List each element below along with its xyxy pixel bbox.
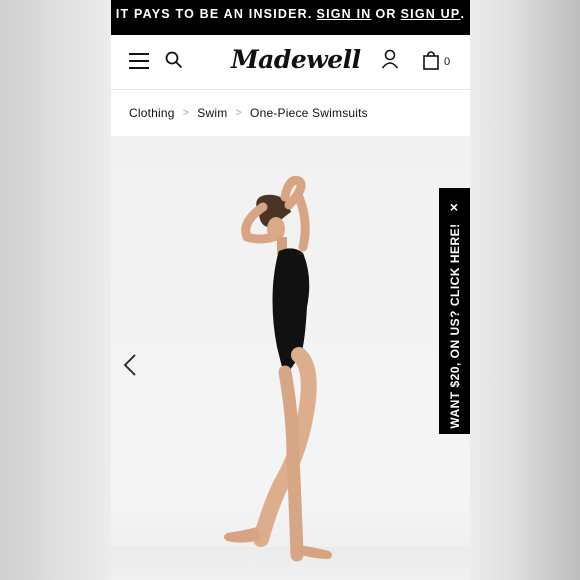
product-image[interactable] [111, 137, 470, 580]
user-icon[interactable] [381, 49, 399, 69]
phone-viewport: IT PAYS TO BE AN INSIDER. SIGN IN OR SIG… [111, 0, 470, 580]
insider-promo-bar: IT PAYS TO BE AN INSIDER. SIGN IN OR SIG… [111, 0, 470, 35]
breadcrumb-separator: > [235, 107, 243, 119]
breadcrumb-separator: > [182, 107, 190, 119]
madewell-logo[interactable]: Madewell [231, 44, 361, 76]
site-header: Madewell 0 [111, 35, 470, 90]
shopping-bag-icon[interactable] [423, 50, 439, 70]
promo-prefix: IT PAYS TO BE AN INSIDER. [115, 6, 313, 21]
breadcrumb-swim[interactable]: Swim [197, 106, 227, 120]
chevron-left-icon[interactable] [123, 353, 137, 377]
promo-suffix: . [460, 6, 466, 21]
search-icon[interactable] [165, 51, 183, 69]
breadcrumb: Clothing > Swim > One-Piece Swimsuits [111, 90, 470, 136]
bag-count: 0 [444, 56, 451, 68]
breadcrumb-one-piece-swimsuits[interactable]: One-Piece Swimsuits [250, 106, 368, 120]
sign-in-link[interactable]: SIGN IN [317, 7, 372, 21]
model-figure [224, 175, 332, 562]
discount-promo-tab[interactable]: × WANT $20, ON US? CLICK HERE! [439, 188, 470, 434]
breadcrumb-clothing[interactable]: Clothing [129, 106, 175, 120]
promo-middle: OR [375, 6, 397, 21]
sign-up-link[interactable]: SIGN UP [401, 7, 461, 21]
close-icon[interactable]: × [447, 200, 461, 214]
promo-tab-label[interactable]: WANT $20, ON US? CLICK HERE! [448, 223, 462, 428]
hamburger-menu-icon[interactable] [129, 52, 149, 70]
